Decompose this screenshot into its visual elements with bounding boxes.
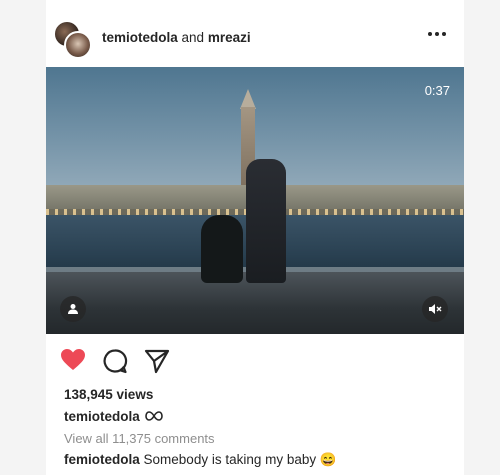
speaker-muted-icon[interactable]	[422, 296, 448, 322]
post-card: temiotedola and mreazi 0:37 138,945 view…	[46, 0, 464, 475]
video-duration: 0:37	[424, 83, 450, 98]
post-authors: temiotedola and mreazi	[102, 30, 251, 45]
comment-icon[interactable]	[102, 348, 128, 374]
owner-row: temiotedola	[64, 409, 163, 424]
caption-username[interactable]: femiotedola	[64, 452, 140, 467]
owner-username[interactable]: temiotedola	[64, 409, 140, 424]
post-header: temiotedola and mreazi	[46, 18, 464, 59]
coauthor-username[interactable]: mreazi	[208, 30, 251, 45]
more-horizontal-icon[interactable]	[428, 32, 446, 38]
author-username[interactable]: temiotedola	[102, 30, 178, 45]
avatar-group[interactable]	[53, 20, 92, 59]
view-count[interactable]: 138,945 views	[64, 387, 153, 402]
video-figure-kneeling	[201, 215, 243, 283]
infinity-icon	[144, 409, 163, 424]
video-spire	[240, 89, 256, 109]
grinning-emoji-icon: 😄	[319, 452, 337, 467]
user-tag-icon[interactable]	[60, 296, 86, 322]
view-all-comments-link[interactable]: View all 11,375 comments	[64, 431, 215, 446]
caption-text: Somebody is taking my baby	[143, 452, 317, 467]
action-bar	[60, 348, 210, 374]
avatar[interactable]	[64, 31, 92, 59]
author-joiner: and	[181, 30, 205, 45]
heart-filled-icon[interactable]	[60, 348, 86, 374]
caption: femiotedola Somebody is taking my baby 😄	[64, 452, 337, 468]
video-player[interactable]: 0:37	[46, 67, 464, 334]
video-figure-standing	[246, 159, 286, 283]
paper-plane-icon[interactable]	[144, 348, 170, 374]
